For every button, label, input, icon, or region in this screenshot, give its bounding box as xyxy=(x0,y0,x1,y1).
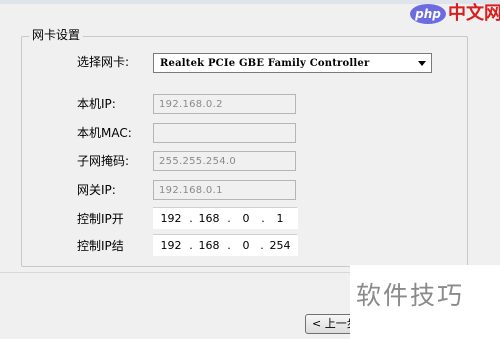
ip-end-label: 控制IP结 xyxy=(77,239,124,253)
group-title: 网卡设置 xyxy=(29,28,84,42)
ip-start-octet-2[interactable]: 168 xyxy=(194,209,224,229)
ip-end-octet-1[interactable]: 192 xyxy=(156,236,186,256)
ip-start-input[interactable]: 192 . 168 . 0 . 1 xyxy=(153,207,298,229)
ip-start-octet-4[interactable]: 1 xyxy=(265,209,295,229)
ip-start-octet-3[interactable]: 0 xyxy=(231,209,261,229)
subnet-mask-label: 子网掩码: xyxy=(77,154,130,168)
local-ip-field: 192.168.0.2 xyxy=(153,94,296,114)
watermark-text: 软件技巧 xyxy=(356,281,465,310)
php-logo-icon: php xyxy=(410,4,446,24)
local-ip-label: 本机IP: xyxy=(77,97,116,111)
gateway-ip-label: 网关IP: xyxy=(77,183,116,197)
local-ip-value: 192.168.0.2 xyxy=(159,99,223,110)
site-name: 中文网 xyxy=(448,3,500,24)
ip-end-octet-2[interactable]: 168 xyxy=(194,236,224,256)
local-mac-label: 本机MAC: xyxy=(77,126,132,140)
ip-start-octet-1[interactable]: 192 xyxy=(156,209,186,229)
site-logo: php 中文网 xyxy=(410,2,500,26)
local-mac-field xyxy=(153,123,296,143)
ip-end-input[interactable]: 192 . 168 . 0 . 254 xyxy=(153,234,298,256)
ip-end-octet-3[interactable]: 0 xyxy=(231,236,261,256)
subnet-mask-field: 255.255.254.0 xyxy=(153,151,296,171)
gateway-ip-value: 192.168.0.1 xyxy=(159,185,223,196)
dropdown-button[interactable] xyxy=(416,54,428,72)
chevron-down-icon xyxy=(418,61,426,66)
nic-label: 选择网卡: xyxy=(77,55,130,69)
subnet-mask-value: 255.255.254.0 xyxy=(159,156,237,167)
nic-select[interactable]: Realtek PCIe GBE Family Controller xyxy=(153,53,432,73)
gateway-ip-field: 192.168.0.1 xyxy=(153,180,296,200)
ip-end-octet-4[interactable]: 254 xyxy=(265,236,295,256)
nic-select-value: Realtek PCIe GBE Family Controller xyxy=(160,58,370,69)
ip-start-label: 控制IP开 xyxy=(77,212,124,226)
